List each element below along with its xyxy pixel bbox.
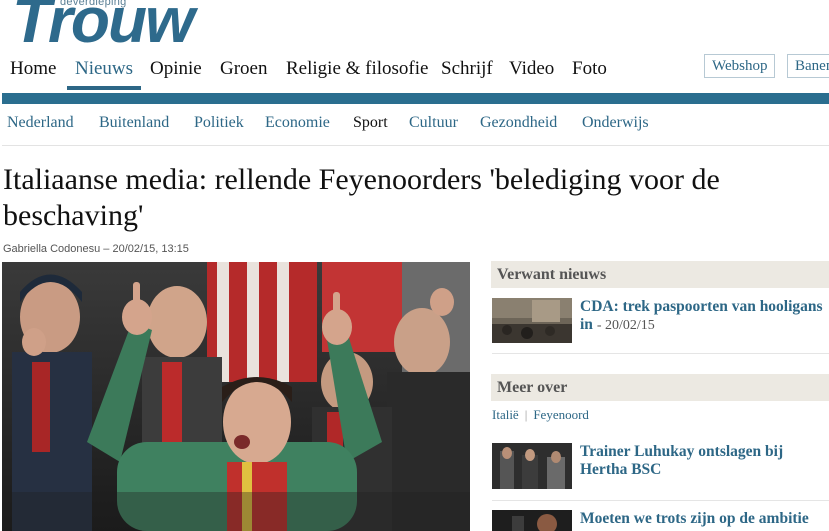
tag-list: Italië | Feyenoord (492, 407, 589, 423)
active-nav-indicator (67, 86, 141, 90)
more-item-thumbnail-2-image (492, 510, 572, 531)
subnav-item-economie[interactable]: Economie (265, 114, 330, 132)
subnav-item-nederland[interactable]: Nederland (7, 114, 74, 132)
nav-item-groen[interactable]: Groen (220, 58, 267, 80)
related-thumbnail[interactable] (492, 298, 572, 343)
subnav-item-cultuur[interactable]: Cultuur (409, 114, 458, 132)
related-thumbnail-image (492, 298, 572, 343)
tag-separator: | (524, 407, 528, 422)
nav-item-video[interactable]: Video (509, 58, 554, 80)
more-item-link-2[interactable]: Moeten we trots zijn op de ambitie (580, 510, 829, 528)
banen-button[interactable]: Banen (787, 54, 829, 78)
related-article-date: - 20/02/15 (596, 318, 655, 333)
webshop-button[interactable]: Webshop (704, 54, 776, 78)
subnav-item-buitenland[interactable]: Buitenland (99, 114, 169, 132)
nav-item-nieuws[interactable]: Nieuws (75, 58, 133, 80)
nav-item-schrijf[interactable]: Schrijf (441, 58, 493, 80)
sidebar-divider (492, 353, 829, 354)
more-item-link-1[interactable]: Trainer Luhukay ontslagen bij Hertha BSC (580, 443, 825, 479)
subnav-item-politiek[interactable]: Politiek (194, 114, 244, 132)
tag-feyenoord[interactable]: Feyenoord (533, 407, 589, 422)
nav-item-religie-filosofie[interactable]: Religie & filosofie (286, 58, 428, 80)
subnav-item-onderwijs[interactable]: Onderwijs (582, 114, 649, 132)
more-item-thumbnail-1[interactable] (492, 443, 572, 489)
related-news-header: Verwant nieuws (491, 261, 829, 288)
logo-wordmark: Trouw (12, 0, 195, 46)
article-headline: Italiaanse media: rellende Feyenoorders … (3, 163, 720, 232)
nav-item-foto[interactable]: Foto (572, 58, 607, 80)
nav-item-home[interactable]: Home (10, 58, 56, 80)
subnav-divider (2, 145, 829, 146)
related-article-link[interactable]: CDA: trek paspoorten van hooligans in - … (580, 298, 825, 335)
nav-item-opinie[interactable]: Opinie (150, 58, 202, 80)
article-byline: Gabriella Codonesu – 20/02/15, 13:15 (3, 243, 189, 255)
more-item-thumbnail-2[interactable] (492, 510, 572, 531)
tag-italie[interactable]: Italië (492, 407, 519, 422)
fans-photo-illustration (2, 262, 470, 531)
more-item-thumbnail-1-image (492, 443, 572, 489)
subnav-item-sport[interactable]: Sport (353, 114, 388, 132)
section-bar (2, 93, 829, 104)
more-about-header: Meer over (491, 374, 829, 401)
article-photo[interactable] (2, 262, 470, 531)
trouw-logo[interactable]: deverdieping Trouw (12, 0, 242, 46)
sidebar-divider (492, 500, 829, 501)
subnav-item-gezondheid[interactable]: Gezondheid (480, 114, 557, 132)
